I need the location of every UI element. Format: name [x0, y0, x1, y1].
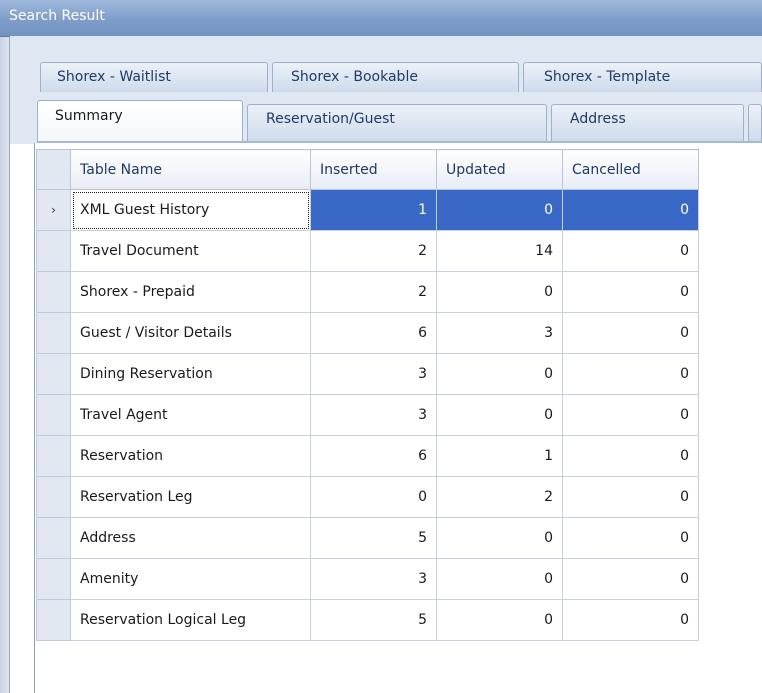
summary-grid: Table Name Inserted Updated Cancelled › X… — [36, 149, 699, 641]
cell-inserted[interactable]: 3 — [310, 353, 437, 395]
cell-cancelled[interactable]: 0 — [562, 435, 699, 477]
cell-updated[interactable]: 0 — [436, 558, 563, 600]
column-header-inserted[interactable]: Inserted — [310, 149, 437, 190]
row-indicator[interactable] — [36, 599, 71, 641]
cell-updated[interactable]: 14 — [436, 230, 563, 272]
table-row[interactable]: Address 5 0 0 — [36, 517, 699, 559]
row-indicator[interactable] — [36, 271, 71, 313]
cell-updated[interactable]: 0 — [436, 189, 563, 231]
cell-table-name[interactable]: Guest / Visitor Details — [70, 312, 311, 354]
cell-inserted[interactable]: 6 — [310, 312, 437, 354]
table-row[interactable]: Guest / Visitor Details 6 3 0 — [36, 312, 699, 354]
cell-table-name[interactable]: Travel Document — [70, 230, 311, 272]
tab-shorex-waitlist[interactable]: Shorex - Waitlist — [40, 62, 268, 92]
tab-address[interactable]: Address — [551, 104, 744, 141]
cell-cancelled[interactable]: 0 — [562, 230, 699, 272]
cell-inserted[interactable]: 1 — [310, 189, 437, 231]
cell-updated[interactable]: 3 — [436, 312, 563, 354]
tab-label: Address — [570, 111, 626, 127]
tab-label: Reservation/Guest — [266, 111, 395, 127]
cell-cancelled[interactable]: 0 — [562, 558, 699, 600]
cell-updated[interactable]: 2 — [436, 476, 563, 518]
row-indicator[interactable] — [36, 312, 71, 354]
cell-inserted[interactable]: 3 — [310, 394, 437, 436]
table-row[interactable]: Reservation Logical Leg 5 0 0 — [36, 599, 699, 641]
cell-table-name[interactable]: Travel Agent — [70, 394, 311, 436]
cell-cancelled[interactable]: 0 — [562, 189, 699, 231]
cell-table-name[interactable]: Reservation — [70, 435, 311, 477]
cell-table-name[interactable]: Reservation Leg — [70, 476, 311, 518]
cell-inserted[interactable]: 3 — [310, 558, 437, 600]
cell-inserted[interactable]: 2 — [310, 271, 437, 313]
cell-cancelled[interactable]: 0 — [562, 271, 699, 313]
cell-updated[interactable]: 0 — [436, 599, 563, 641]
header-row: Table Name Inserted Updated Cancelled — [36, 149, 699, 190]
table-row[interactable]: Travel Document 2 14 0 — [36, 230, 699, 272]
cell-table-name[interactable]: Shorex - Prepaid — [70, 271, 311, 313]
cell-cancelled[interactable]: 0 — [562, 394, 699, 436]
row-indicator[interactable] — [36, 230, 71, 272]
cell-updated[interactable]: 0 — [436, 517, 563, 559]
cell-updated[interactable]: 0 — [436, 394, 563, 436]
table-row[interactable]: Reservation 6 1 0 — [36, 435, 699, 477]
cell-updated[interactable]: 1 — [436, 435, 563, 477]
table-row[interactable]: › XML Guest History 1 0 0 — [36, 189, 699, 231]
tab-label: Shorex - Bookable — [291, 69, 418, 85]
tab-summary[interactable]: Summary — [37, 100, 243, 143]
tab-label: Shorex - Template — [544, 69, 671, 85]
tab-shorex-bookable[interactable]: Shorex - Bookable — [272, 62, 519, 92]
left-frame-border — [0, 0, 10, 693]
cell-updated[interactable]: 0 — [436, 353, 563, 395]
row-indicator[interactable] — [36, 435, 71, 477]
column-header-updated[interactable]: Updated — [436, 149, 563, 190]
cell-inserted[interactable]: 0 — [310, 476, 437, 518]
cell-inserted[interactable]: 5 — [310, 517, 437, 559]
table-row[interactable]: Reservation Leg 0 2 0 — [36, 476, 699, 518]
cell-cancelled[interactable]: 0 — [562, 476, 699, 518]
table-row[interactable]: Amenity 3 0 0 — [36, 558, 699, 600]
cell-cancelled[interactable]: 0 — [562, 312, 699, 354]
cell-table-name[interactable]: Dining Reservation — [70, 353, 311, 395]
row-indicator[interactable] — [36, 517, 71, 559]
row-indicator[interactable]: › — [36, 189, 71, 231]
column-header-cancelled[interactable]: Cancelled — [562, 149, 699, 190]
row-indicator-header — [36, 149, 71, 190]
cell-inserted[interactable]: 2 — [310, 230, 437, 272]
table-row[interactable]: Travel Agent 3 0 0 — [36, 394, 699, 436]
cell-inserted[interactable]: 5 — [310, 599, 437, 641]
cell-table-name[interactable]: Amenity — [70, 558, 311, 600]
cell-cancelled[interactable]: 0 — [562, 517, 699, 559]
cell-table-name[interactable]: Address — [70, 517, 311, 559]
row-indicator[interactable] — [36, 476, 71, 518]
cell-updated[interactable]: 0 — [436, 271, 563, 313]
row-indicator[interactable] — [36, 394, 71, 436]
window-title: Search Result — [9, 8, 105, 24]
row-indicator[interactable] — [36, 558, 71, 600]
cell-cancelled[interactable]: 0 — [562, 599, 699, 641]
tab-label: Summary — [55, 108, 123, 124]
tab-overflow[interactable] — [748, 104, 762, 141]
cell-table-name[interactable]: XML Guest History — [70, 189, 311, 231]
table-row[interactable]: Dining Reservation 3 0 0 — [36, 353, 699, 395]
cell-inserted[interactable]: 6 — [310, 435, 437, 477]
row-indicator[interactable] — [36, 353, 71, 395]
tab-label: Shorex - Waitlist — [57, 69, 171, 85]
cell-table-name[interactable]: Reservation Logical Leg — [70, 599, 311, 641]
tab-reservation-guest[interactable]: Reservation/Guest — [247, 104, 547, 141]
table-row[interactable]: Shorex - Prepaid 2 0 0 — [36, 271, 699, 313]
cell-cancelled[interactable]: 0 — [562, 353, 699, 395]
title-bar: Search Result — [0, 0, 762, 37]
column-header-table-name[interactable]: Table Name — [70, 149, 311, 190]
tab-shorex-template[interactable]: Shorex - Template — [523, 62, 762, 92]
